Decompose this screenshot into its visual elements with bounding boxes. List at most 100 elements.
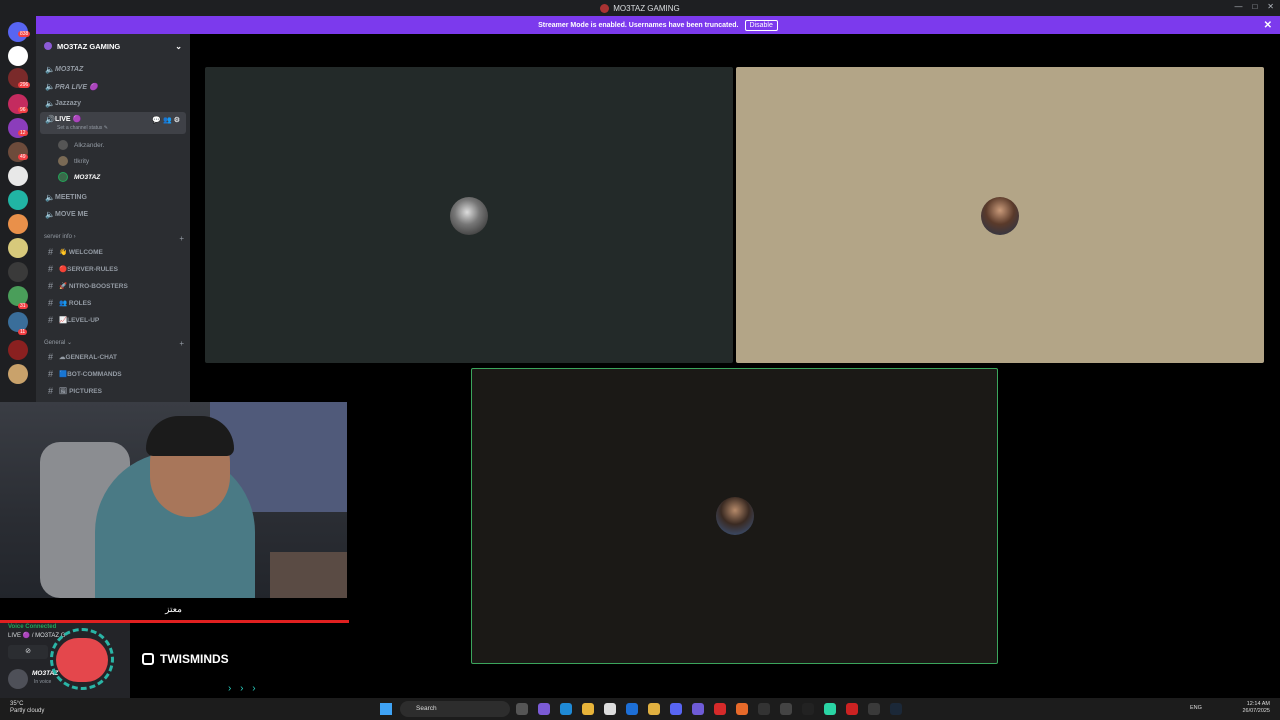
chevron-down-icon[interactable]: ⌄ bbox=[175, 42, 182, 51]
weather-widget[interactable]: 35°C Partly cloudy bbox=[10, 701, 44, 715]
opera-icon[interactable] bbox=[714, 703, 726, 715]
language-indicator[interactable]: ENG bbox=[1190, 705, 1202, 711]
voice-channel-mo3taz[interactable]: 🔈 MO3TAZ bbox=[40, 62, 186, 77]
file-explorer-icon[interactable] bbox=[582, 703, 594, 715]
unread-badge: 296 bbox=[18, 82, 31, 88]
category-general[interactable]: General ⌄ + bbox=[44, 339, 184, 348]
guild-header[interactable]: MO3TAZ GAMING ⌄ bbox=[36, 34, 190, 58]
caption-text: معتز bbox=[165, 603, 182, 614]
voice-member[interactable]: Alkzander. bbox=[58, 138, 104, 152]
add-channel-icon[interactable]: + bbox=[179, 339, 184, 348]
hash-icon: # bbox=[48, 298, 54, 308]
server-icon[interactable] bbox=[8, 46, 28, 66]
voice-channel-move-me[interactable]: 🔈 MOVE ME bbox=[40, 207, 186, 222]
disable-streamer-mode-button[interactable]: Disable bbox=[744, 19, 778, 31]
windows-taskbar: 35°C Partly cloudy Search ENG 12:14 AM 2… bbox=[0, 698, 1280, 720]
participant-tile-speaking[interactable] bbox=[471, 368, 998, 664]
server-icon[interactable] bbox=[8, 262, 28, 282]
voice-channel-jazzazy[interactable]: 🔈 Jazzazy bbox=[40, 96, 186, 111]
streamer-mode-text: Streamer Mode is enabled. Usernames have… bbox=[538, 21, 739, 29]
discord-icon[interactable] bbox=[670, 703, 682, 715]
server-icon[interactable] bbox=[8, 166, 28, 186]
avatar bbox=[58, 156, 68, 166]
server-icon[interactable] bbox=[8, 238, 28, 258]
speaker-icon: 🔈 bbox=[45, 210, 55, 219]
obs-icon[interactable] bbox=[780, 703, 792, 715]
participant-avatar bbox=[716, 497, 754, 535]
minimize-button[interactable]: — bbox=[1234, 2, 1242, 11]
text-channel[interactable]: # 🔴SERVER-RULES bbox=[44, 262, 118, 276]
channel-label: PRA LIVE 🟣 bbox=[55, 83, 98, 91]
member-name: MO3TAZ bbox=[74, 173, 101, 181]
hash-icon: # bbox=[48, 369, 54, 379]
participant-tile[interactable] bbox=[205, 67, 733, 363]
channel-label: Jazzazy bbox=[55, 100, 82, 107]
windows-start-icon[interactable] bbox=[380, 703, 392, 715]
text-channel[interactable]: # ☁GENERAL-CHAT bbox=[44, 350, 117, 364]
server-icon[interactable] bbox=[8, 364, 28, 384]
copilot-icon[interactable] bbox=[538, 703, 550, 715]
voice-member[interactable]: tlkrity bbox=[58, 154, 89, 168]
channel-status[interactable]: Set a channel status ✎ bbox=[57, 125, 108, 131]
channel-label: 🟦BOT-COMMANDS bbox=[59, 371, 122, 378]
store-icon[interactable] bbox=[604, 703, 616, 715]
webcam-person-hair bbox=[146, 416, 234, 456]
app-icon[interactable] bbox=[868, 703, 880, 715]
text-channel[interactable]: # 🚀 NITRO-BOOSTERS bbox=[44, 279, 128, 293]
edge-icon[interactable] bbox=[560, 703, 572, 715]
add-channel-icon[interactable]: + bbox=[179, 234, 184, 243]
firefox-icon[interactable] bbox=[736, 703, 748, 715]
voice-channel-meeting[interactable]: 🔈 MEETING bbox=[40, 190, 186, 205]
text-channel[interactable]: # 🟦BOT-COMMANDS bbox=[44, 367, 122, 381]
category-server-info[interactable]: server info › + bbox=[44, 234, 184, 243]
channel-label: 🔴SERVER-RULES bbox=[59, 266, 118, 273]
channel-label: MOVE ME bbox=[55, 211, 89, 218]
hash-icon: # bbox=[48, 386, 54, 396]
unread-badge: 49 bbox=[18, 154, 28, 160]
member-name: Alkzander. bbox=[74, 141, 105, 149]
channel-label: 👋 WELCOME bbox=[59, 249, 103, 256]
participant-tile[interactable] bbox=[736, 67, 1264, 363]
category-label: General ⌄ bbox=[44, 340, 73, 346]
unread-badge: 12 bbox=[18, 130, 28, 136]
close-banner-icon[interactable]: ✕ bbox=[1264, 20, 1272, 31]
system-clock[interactable]: 12:14 AM 26/07/2025 bbox=[1242, 701, 1270, 715]
user-avatar[interactable] bbox=[8, 669, 28, 689]
app-icon[interactable] bbox=[824, 703, 836, 715]
server-icon[interactable] bbox=[8, 214, 28, 234]
outlook-icon[interactable] bbox=[626, 703, 638, 715]
steam-icon[interactable] bbox=[890, 703, 902, 715]
webcam-desk bbox=[270, 552, 347, 598]
taskbar-search[interactable]: Search bbox=[400, 701, 510, 717]
channel-action-icons[interactable]: 💬👥⚙ bbox=[152, 116, 182, 124]
voice-channel-pra-live[interactable]: 🔈 PRA LIVE 🟣 bbox=[40, 79, 186, 94]
server-icon[interactable] bbox=[8, 340, 28, 360]
clock-date: 26/07/2025 bbox=[1242, 708, 1270, 714]
close-window-button[interactable]: ✕ bbox=[1267, 2, 1274, 11]
unread-badge: 838 bbox=[18, 31, 31, 37]
streamer-mode-banner: Streamer Mode is enabled. Usernames have… bbox=[36, 16, 1280, 34]
voice-channel-live[interactable]: 🔊 LIVE 🟣 Set a channel status ✎ 💬👥⚙ bbox=[40, 112, 186, 134]
speaker-icon: 🔈 bbox=[45, 82, 55, 91]
text-channel[interactable]: # 👋 WELCOME bbox=[44, 245, 103, 259]
chrome-icon[interactable] bbox=[648, 703, 660, 715]
window-title: MO3TAZ GAMING bbox=[613, 3, 680, 13]
task-view-icon[interactable] bbox=[516, 703, 528, 715]
teams-icon[interactable] bbox=[692, 703, 704, 715]
hash-icon: # bbox=[48, 352, 54, 362]
app-icon[interactable] bbox=[802, 703, 814, 715]
member-name: tlkrity bbox=[74, 157, 90, 165]
text-channel[interactable]: # 👥 ROLES bbox=[44, 296, 91, 310]
app-icon[interactable] bbox=[758, 703, 770, 715]
camera-off-button[interactable]: ⊘ bbox=[8, 645, 48, 659]
server-rail: 838 296 96 12 49 31 11 bbox=[0, 16, 36, 402]
server-icon[interactable] bbox=[8, 190, 28, 210]
text-channel[interactable]: # 📈LEVEL-UP bbox=[44, 313, 99, 327]
webcam-overlay bbox=[0, 402, 347, 598]
voice-member[interactable]: MO3TAZ bbox=[58, 170, 100, 184]
participant-avatar bbox=[450, 197, 488, 235]
app-icon[interactable] bbox=[846, 703, 858, 715]
text-channel[interactable]: # 🖼 PICTURES bbox=[44, 384, 102, 398]
weather-condition: Partly cloudy bbox=[10, 708, 45, 714]
maximize-button[interactable]: □ bbox=[1252, 2, 1257, 11]
